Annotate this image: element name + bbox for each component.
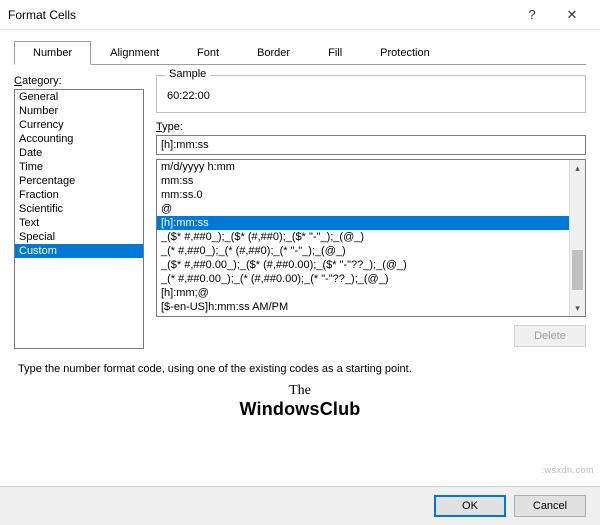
- logo-line1: The: [0, 383, 600, 399]
- list-item[interactable]: Time: [15, 160, 143, 174]
- delete-button: Delete: [514, 325, 586, 347]
- list-item[interactable]: Text: [15, 216, 143, 230]
- category-listbox[interactable]: General Number Currency Accounting Date …: [14, 89, 144, 349]
- tab-strip: Number Alignment Font Border Fill Protec…: [14, 40, 586, 65]
- hint-text: Type the number format code, using one o…: [0, 359, 600, 383]
- tab-border[interactable]: Border: [238, 41, 309, 65]
- type-input[interactable]: [156, 135, 586, 155]
- list-item[interactable]: [h]:mm:ss: [157, 216, 569, 230]
- scrollbar[interactable]: ▴ ▾: [569, 160, 585, 316]
- list-item[interactable]: _(* #,##0_);_(* (#,##0);_(* "-"_);_(@_): [157, 244, 569, 258]
- list-item[interactable]: Currency: [15, 118, 143, 132]
- close-icon[interactable]: ✕: [552, 7, 592, 23]
- list-item[interactable]: Date: [15, 146, 143, 160]
- dialog-buttons: OK Cancel: [0, 486, 600, 525]
- list-item[interactable]: mm:ss: [157, 174, 569, 188]
- list-item[interactable]: _($* #,##0.00_);_($* (#,##0.00);_($* "-"…: [157, 258, 569, 272]
- help-icon[interactable]: ?: [512, 7, 552, 22]
- sample-value: 60:22:00: [167, 90, 575, 102]
- type-label: Type:: [156, 121, 586, 133]
- tab-alignment[interactable]: Alignment: [91, 41, 178, 65]
- list-item[interactable]: [$-en-US]h:mm:ss AM/PM: [157, 300, 569, 314]
- list-item[interactable]: mm:ss.0: [157, 188, 569, 202]
- scroll-down-icon[interactable]: ▾: [570, 300, 585, 316]
- list-item[interactable]: _(* #,##0.00_);_(* (#,##0.00);_(* "-"??_…: [157, 272, 569, 286]
- list-item[interactable]: Special: [15, 230, 143, 244]
- list-item[interactable]: [h]:mm;@: [157, 286, 569, 300]
- window-title: Format Cells: [8, 8, 512, 22]
- titlebar: Format Cells ? ✕: [0, 0, 600, 30]
- delete-row: Delete: [156, 317, 586, 353]
- list-item[interactable]: Fraction: [15, 188, 143, 202]
- list-item[interactable]: m/d/yyyy h:mm: [157, 160, 569, 174]
- tab-font[interactable]: Font: [178, 41, 238, 65]
- list-item[interactable]: @: [157, 202, 569, 216]
- list-item[interactable]: Percentage: [15, 174, 143, 188]
- type-listbox[interactable]: m/d/yyyy h:mm mm:ss mm:ss.0 @ [h]:mm:ss …: [156, 159, 586, 317]
- scroll-up-icon[interactable]: ▴: [570, 160, 585, 176]
- dialog-body: Category: General Number Currency Accoun…: [0, 65, 600, 359]
- list-item[interactable]: Accounting: [15, 132, 143, 146]
- scroll-thumb[interactable]: [572, 250, 583, 290]
- tab-fill[interactable]: Fill: [309, 41, 361, 65]
- ok-button[interactable]: OK: [434, 495, 506, 517]
- list-item[interactable]: Scientific: [15, 202, 143, 216]
- category-label: Category:: [14, 75, 144, 87]
- sample-label: Sample: [165, 68, 210, 80]
- list-item[interactable]: _($* #,##0_);_($* (#,##0);_($* "-"_);_(@…: [157, 230, 569, 244]
- list-item[interactable]: General: [15, 90, 143, 104]
- category-panel: Category: General Number Currency Accoun…: [14, 75, 144, 353]
- logo-line2: WindowsClub: [0, 399, 600, 420]
- format-panel: Sample 60:22:00 Type: m/d/yyyy h:mm mm:s…: [156, 75, 586, 353]
- tab-protection[interactable]: Protection: [361, 41, 449, 65]
- watermark: :wsxdn.com: [541, 465, 594, 475]
- cancel-button[interactable]: Cancel: [514, 495, 586, 517]
- type-list-inner: m/d/yyyy h:mm mm:ss mm:ss.0 @ [h]:mm:ss …: [157, 160, 569, 316]
- logo: The WindowsClub: [0, 383, 600, 426]
- tab-number[interactable]: Number: [14, 41, 91, 65]
- list-item[interactable]: Number: [15, 104, 143, 118]
- list-item[interactable]: Custom: [15, 244, 143, 258]
- sample-group: Sample 60:22:00: [156, 75, 586, 113]
